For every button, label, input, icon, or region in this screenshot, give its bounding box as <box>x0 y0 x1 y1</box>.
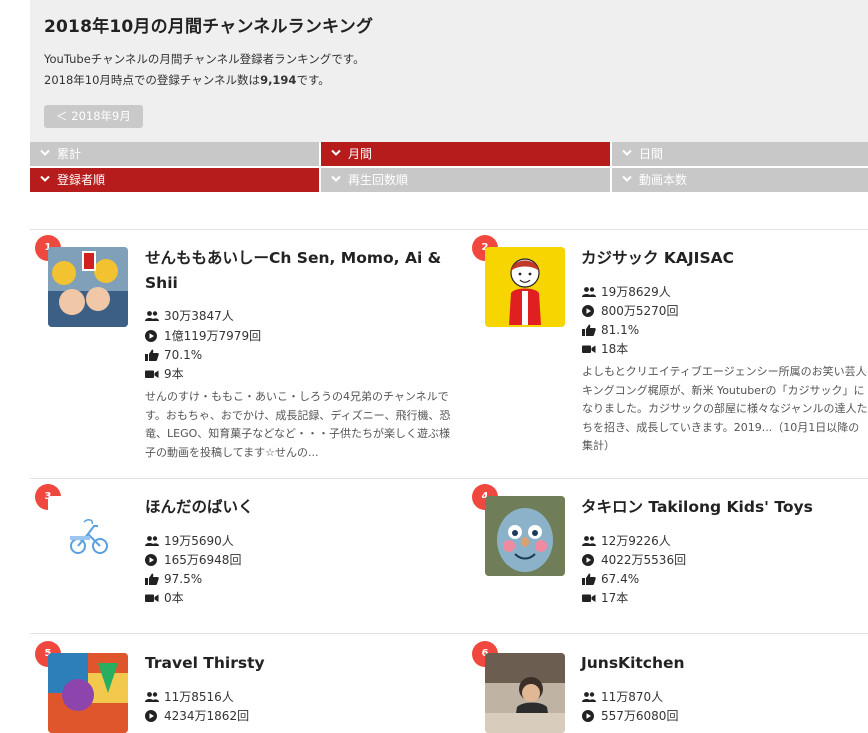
subscriber-text: 19万5690人 <box>164 534 234 548</box>
divider <box>30 633 868 634</box>
video-camera-icon <box>582 594 596 602</box>
tab-label: 動画本数 <box>639 173 688 187</box>
play-circle-icon <box>145 554 157 566</box>
description-suffix: です。 <box>296 73 330 87</box>
channel-name[interactable]: タキロン Takilong Kids' Toys <box>581 495 868 520</box>
filter-tabs: 累計 月間 日間 登録者順 再生回数順 動画本数 <box>30 142 868 192</box>
channel-thumbnail[interactable] <box>485 653 565 733</box>
description-line-1: YouTubeチャンネルの月間チャンネル登録者ランキングです。 <box>44 52 365 66</box>
subscriber-text: 11万870人 <box>601 690 664 704</box>
tab-sort-subscribers[interactable]: 登録者順 <box>30 168 319 192</box>
thumbnail-image <box>485 247 565 327</box>
people-icon <box>145 536 159 546</box>
channel-description: よしもとクリエイティブエージェンシー所属のお笑い芸人キングコング梶原が、新米 Y… <box>582 365 868 452</box>
play-circle-icon <box>582 305 594 317</box>
view-text: 557万6080回 <box>601 709 679 723</box>
channel-name[interactable]: Travel Thirsty <box>145 651 445 676</box>
play-circle-icon <box>145 330 157 342</box>
subscriber-text: 30万3847人 <box>164 309 234 323</box>
thumbs-up-icon <box>582 573 596 585</box>
people-icon <box>145 692 159 702</box>
divider <box>30 229 868 230</box>
channel-thumbnail[interactable] <box>48 653 128 733</box>
video-camera-icon <box>145 370 159 378</box>
video-text: 17本 <box>601 591 629 605</box>
tab-monthly[interactable]: 月間 <box>321 142 610 166</box>
like-text: 70.1% <box>164 348 203 362</box>
tab-label: 月間 <box>348 147 373 161</box>
play-circle-icon <box>145 710 157 722</box>
video-camera-icon <box>145 594 159 602</box>
tab-label: 日間 <box>639 147 664 161</box>
view-text: 4234万1862回 <box>164 709 250 723</box>
people-icon <box>582 536 596 546</box>
play-circle-icon <box>582 710 594 722</box>
people-icon <box>145 311 159 321</box>
description-prefix: 2018年10月時点での登録チャンネル数は <box>44 73 261 87</box>
tab-daily[interactable]: 日間 <box>612 142 868 166</box>
chevron-down-icon <box>622 175 632 182</box>
tab-cumulative[interactable]: 累計 <box>30 142 319 166</box>
subscriber-text: 11万8516人 <box>164 690 234 704</box>
like-text: 81.1% <box>601 323 640 337</box>
thumbs-up-icon <box>145 573 159 585</box>
channel-thumbnail[interactable] <box>485 496 565 576</box>
thumbs-up-icon <box>582 324 596 336</box>
channel-thumbnail[interactable] <box>48 496 128 576</box>
channel-name[interactable]: カジサック KAJISAC <box>581 246 868 271</box>
video-text: 18本 <box>601 342 629 356</box>
page-title: 2018年10月の月間チャンネルランキング <box>44 17 374 37</box>
thumbnail-image <box>48 247 128 327</box>
people-icon <box>582 692 596 702</box>
channel-description: せんのすけ・ももこ・あいこ・しろうの4兄弟のチャンネルです。おもちゃ、おでかけ、… <box>145 390 451 459</box>
tab-label: 再生回数順 <box>348 173 409 187</box>
channel-thumbnail[interactable] <box>485 247 565 327</box>
like-text: 97.5% <box>164 572 203 586</box>
description-line-2: 2018年10月時点での登録チャンネル数は9,194です。 <box>44 72 330 88</box>
thumbs-up-icon <box>145 349 159 361</box>
view-text: 1億119万7979回 <box>164 329 262 343</box>
channel-thumbnail[interactable] <box>48 247 128 327</box>
channel-name[interactable]: JunsKitchen <box>581 651 868 676</box>
chevron-down-icon <box>40 175 50 182</box>
thumbnail-image <box>485 653 565 733</box>
view-text: 165万6948回 <box>164 553 242 567</box>
video-camera-icon <box>582 345 596 353</box>
tab-label: 累計 <box>57 147 82 161</box>
video-text: 9本 <box>164 367 184 381</box>
channel-name[interactable]: ほんだのばいく <box>145 495 445 520</box>
play-circle-icon <box>582 554 594 566</box>
view-text: 800万5270回 <box>601 304 679 318</box>
thumbnail-image <box>48 653 128 733</box>
tab-label: 登録者順 <box>57 173 106 187</box>
view-text: 4022万5536回 <box>601 553 687 567</box>
channel-name[interactable]: せんももあいしーCh Sen, Momo, Ai & Shii <box>145 246 445 296</box>
thumbnail-image <box>48 496 128 576</box>
people-icon <box>582 287 596 297</box>
prev-month-button[interactable]: ＜ 2018年9月 <box>44 105 143 128</box>
like-text: 67.4% <box>601 572 640 586</box>
chevron-down-icon <box>331 149 341 156</box>
chevron-down-icon <box>40 149 50 156</box>
chevron-down-icon <box>331 175 341 182</box>
channel-count: 9,194 <box>260 73 297 87</box>
thumbnail-image <box>485 496 565 576</box>
divider <box>30 478 868 479</box>
subscriber-text: 12万9226人 <box>601 534 671 548</box>
ranking-header: 2018年10月の月間チャンネルランキング YouTubeチャンネルの月間チャン… <box>30 0 868 142</box>
subscriber-text: 19万8629人 <box>601 285 671 299</box>
chevron-down-icon <box>622 149 632 156</box>
tab-sort-videos[interactable]: 動画本数 <box>612 168 868 192</box>
video-text: 0本 <box>164 591 184 605</box>
tab-sort-views[interactable]: 再生回数順 <box>321 168 610 192</box>
